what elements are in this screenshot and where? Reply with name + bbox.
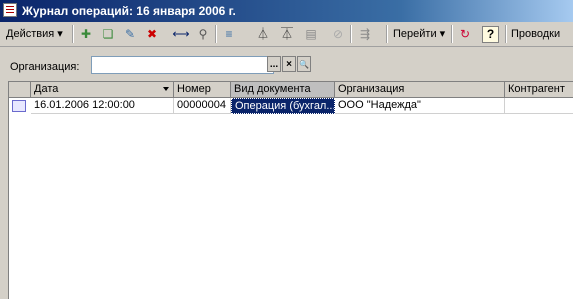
window-title: Журнал операций: 16 января 2006 г.: [22, 4, 236, 18]
clear-filter-button[interactable]: ×: [282, 56, 296, 72]
postings-button[interactable]: Проводки: [507, 24, 564, 44]
operations-table[interactable]: Дата Номер Вид документа Организация Кон…: [8, 81, 573, 299]
cell-doc-type[interactable]: Операция (бухгал...: [231, 98, 335, 114]
sort-arrow-icon: [163, 87, 169, 91]
cell-organization[interactable]: ООО "Надежда": [335, 98, 505, 114]
search-icon[interactable]: 🔍: [297, 56, 311, 72]
filter-value-icon[interactable]: ⏄: [278, 25, 296, 43]
edit-icon[interactable]: ✎: [121, 25, 139, 43]
column-header-icon: [9, 82, 31, 98]
delete-icon[interactable]: ✖: [143, 25, 161, 43]
actions-menu[interactable]: Действия ▾: [2, 24, 67, 44]
goto-menu[interactable]: Перейти ▾: [389, 24, 449, 44]
cell-date[interactable]: 16.01.2006 12:00:00: [31, 98, 174, 114]
based-on-icon[interactable]: ⇶: [356, 25, 374, 43]
goto-label: Перейти: [393, 28, 437, 40]
organization-filter-input[interactable]: [91, 56, 274, 74]
toolbar-separator: [215, 25, 216, 43]
filter-off-icon[interactable]: ⊘: [329, 25, 347, 43]
filter-icon[interactable]: ⏃: [254, 25, 272, 43]
column-header-number[interactable]: Номер: [174, 82, 231, 98]
toolbar-separator: [505, 25, 506, 43]
find-icon[interactable]: ⚲: [194, 25, 212, 43]
toolbar-separator: [451, 25, 452, 43]
journal-icon: [3, 3, 17, 17]
sort-icon[interactable]: ≡: [220, 25, 238, 43]
column-header-date-label: Дата: [34, 83, 59, 95]
toolbar-separator: [72, 25, 73, 43]
title-bar: Журнал операций: 16 января 2006 г.: [0, 0, 573, 22]
select-organization-button[interactable]: ...: [267, 56, 281, 72]
column-header-doc-type[interactable]: Вид документа: [231, 82, 335, 98]
column-header-date[interactable]: Дата: [31, 82, 174, 98]
cell-counterparty[interactable]: [505, 98, 573, 114]
actions-label: Действия: [6, 28, 55, 40]
refresh-icon[interactable]: ↻: [456, 25, 474, 43]
filter-list-icon[interactable]: ▤: [302, 25, 320, 43]
help-icon[interactable]: ?: [482, 26, 499, 43]
toolbar-separator: [350, 25, 351, 43]
column-header-counterparty[interactable]: Контрагент: [505, 82, 573, 98]
column-header-organization[interactable]: Организация: [335, 82, 505, 98]
document-icon: [12, 100, 26, 112]
add-icon[interactable]: ✚: [77, 25, 95, 43]
post-icon[interactable]: ⟷: [172, 25, 190, 43]
cell-number[interactable]: 00000004: [174, 98, 231, 114]
toolbar: Действия ▾ ✚ ❏ ✎ ✖ ⟷ ⚲ ≡ ⏃ ⏄ ▤ ⊘ ⇶ Перей…: [0, 22, 573, 47]
organization-filter-label: Организация:: [10, 61, 80, 73]
toolbar-separator: [386, 25, 387, 43]
copy-icon[interactable]: ❏: [99, 25, 117, 43]
